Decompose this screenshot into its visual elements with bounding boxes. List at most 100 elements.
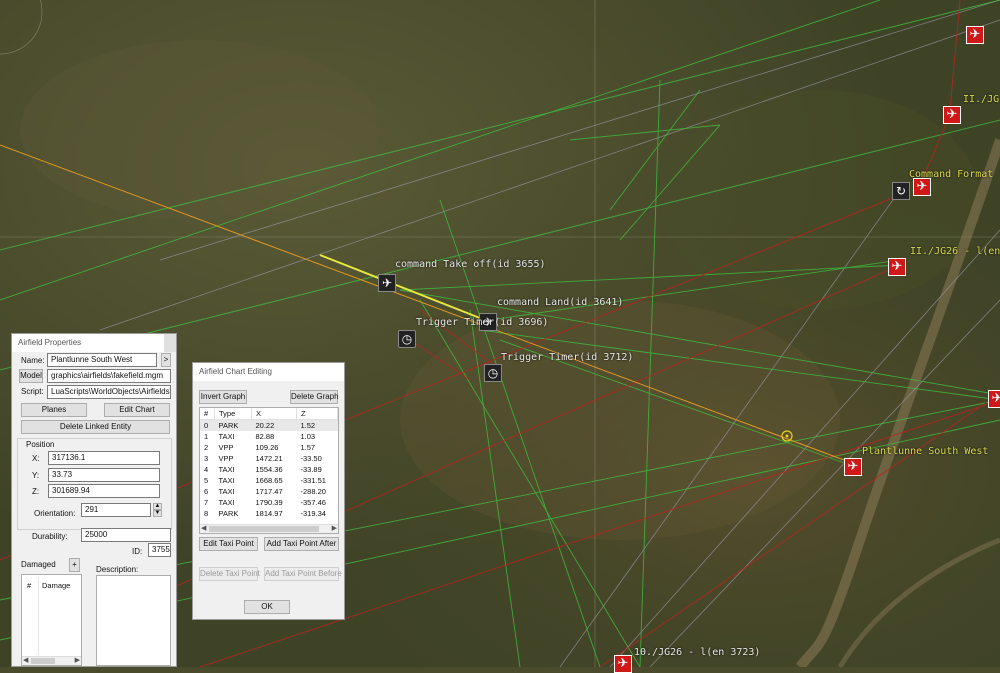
- formation-icon[interactable]: ↻: [892, 182, 910, 200]
- delete-graph-button[interactable]: Delete Graph: [290, 390, 339, 404]
- plane-icon[interactable]: ✈: [888, 258, 906, 276]
- table-cell: -357.46: [300, 498, 326, 507]
- plane-icon[interactable]: ✈: [913, 178, 931, 196]
- map-label-squadron: 10./JG26 - l(en 3723): [634, 647, 761, 658]
- add-damage-button[interactable]: +: [69, 558, 80, 572]
- table-cell: 82.88: [255, 432, 275, 441]
- table-row[interactable]: 7 TAXI 1790.39 -357.46: [200, 497, 338, 508]
- table-cell: 1717.47: [255, 487, 283, 496]
- table-row[interactable]: 2 VPP 109.26 1.57: [200, 442, 338, 453]
- map-label-squadron: II./JG: [963, 94, 1000, 105]
- window-title: Airfield Chart Editing: [193, 363, 344, 381]
- plane-icon[interactable]: ✈: [966, 26, 984, 44]
- table-cell: -288.20: [300, 487, 326, 496]
- position-label: Position: [26, 440, 55, 449]
- durability-input[interactable]: 25000: [81, 528, 171, 542]
- script-input[interactable]: LuaScripts\WorldObjects\Airfields\fake: [47, 385, 171, 399]
- stopwatch-icon[interactable]: ◷: [484, 364, 502, 382]
- window-title: Airfield Properties: [12, 334, 176, 352]
- table-row[interactable]: 0 PARK 20.22 1.52: [200, 419, 338, 431]
- orientation-up-icon[interactable]: ▲: [153, 503, 162, 510]
- orientation-label: Orientation:: [34, 509, 76, 518]
- plane-icon[interactable]: ✈: [614, 655, 632, 673]
- model-button[interactable]: Model: [19, 369, 43, 383]
- table-row[interactable]: 6 TAXI 1717.47 -288.20: [200, 486, 338, 497]
- name-label: Name:: [21, 356, 45, 365]
- table-row[interactable]: 4 TAXI 1554.36 -33.89: [200, 464, 338, 475]
- add-taxi-point-after-button[interactable]: Add Taxi Point After: [264, 537, 339, 551]
- delete-linked-entity-button[interactable]: Delete Linked Entity: [21, 420, 170, 434]
- map-label-land: command Land(id 3641): [497, 297, 624, 308]
- y-input[interactable]: 33.73: [48, 468, 160, 482]
- plane-icon[interactable]: ✈: [988, 390, 1000, 408]
- table-cell: -331.51: [300, 476, 326, 485]
- scroll-thumb[interactable]: [209, 526, 319, 532]
- scroll-right-icon[interactable]: ▶: [332, 524, 337, 532]
- x-input[interactable]: 317136.1: [48, 451, 160, 465]
- table-cell: 8: [204, 509, 209, 518]
- chart-editing-window: Airfield Chart Editing Invert Graph Dele…: [192, 362, 345, 620]
- damage-list[interactable]: # Damage ◀ ▶: [21, 574, 82, 666]
- table-cell: 1.52: [296, 419, 338, 431]
- scroll-right-icon[interactable]: ▶: [75, 656, 80, 664]
- table-row[interactable]: 1 TAXI 82.88 1.03: [200, 431, 338, 442]
- table-cell: VPP: [218, 454, 234, 463]
- id-value: 3755: [148, 543, 171, 557]
- table-cell: TAXI: [218, 432, 235, 441]
- window-edge: [164, 334, 176, 352]
- table-cell: -33.50: [300, 454, 322, 463]
- table-cell: 1814.97: [255, 509, 283, 518]
- scroll-thumb[interactable]: [31, 658, 55, 664]
- model-input[interactable]: graphics\airfields\fakefield.mgm: [47, 369, 171, 383]
- col-x: X: [251, 408, 297, 420]
- map-label-command: Command Format: [909, 169, 994, 180]
- orientation-down-icon[interactable]: ▼: [153, 510, 162, 517]
- damage-col-damage: Damage: [42, 581, 71, 590]
- table-cell: PARK: [214, 419, 252, 431]
- table-cell: TAXI: [218, 476, 235, 485]
- invert-graph-button[interactable]: Invert Graph: [199, 390, 247, 404]
- planes-button[interactable]: Planes: [21, 403, 87, 417]
- add-taxi-point-before-button[interactable]: Add Taxi Point Before: [264, 567, 342, 581]
- stopwatch-icon[interactable]: ◷: [398, 330, 416, 348]
- table-row[interactable]: 5 TAXI 1668.65 -331.51: [200, 475, 338, 486]
- table-cell: 1.03: [300, 432, 316, 441]
- scroll-left-icon[interactable]: ◀: [201, 524, 206, 532]
- taxi-points-grid: # Type X Z 0 PARK 20.22 1.52 1 TAXI 82.88 1.03 2…: [200, 408, 338, 519]
- y-label: Y:: [32, 471, 40, 480]
- edit-chart-button[interactable]: Edit Chart: [104, 403, 170, 417]
- table-cell: 1790.39: [255, 498, 283, 507]
- col-type: Type: [214, 408, 252, 420]
- table-row[interactable]: 3 VPP 1472.21 -33.50: [200, 453, 338, 464]
- table-row[interactable]: 8 PARK 1814.97 -319.34: [200, 508, 338, 519]
- name-expand-button[interactable]: >: [161, 353, 171, 367]
- plane-icon[interactable]: ✈: [943, 106, 961, 124]
- table-header: # Type X Z: [200, 408, 338, 420]
- airfield-properties-window: Airfield Properties Name: Plantlunne Sou…: [11, 333, 177, 667]
- takeoff-icon[interactable]: ✈: [378, 274, 396, 292]
- taxi-points-table[interactable]: # Type X Z 0 PARK 20.22 1.52 1 TAXI 82.88 1.03 2…: [199, 407, 339, 534]
- scroll-left-icon[interactable]: ◀: [23, 656, 28, 664]
- description-textarea[interactable]: [96, 575, 171, 666]
- z-input[interactable]: 301689.94: [48, 484, 160, 498]
- damage-col-index: #: [27, 581, 32, 590]
- damaged-label: Damaged: [21, 560, 56, 569]
- table-cell: 7: [204, 498, 209, 507]
- map-label-takeoff: command Take off(id 3655): [395, 259, 546, 270]
- table-scrollbar[interactable]: ◀ ▶: [200, 524, 338, 533]
- table-cell: -319.34: [300, 509, 326, 518]
- delete-taxi-point-button[interactable]: Delete Taxi Point: [199, 567, 260, 581]
- damage-list-scrollbar[interactable]: ◀ ▶: [22, 656, 81, 665]
- map-label-trigger: Trigger Timer(id 3712): [501, 352, 634, 363]
- edit-taxi-point-button[interactable]: Edit Taxi Point: [199, 537, 258, 551]
- table-cell: 5: [204, 476, 209, 485]
- table-cell: 0: [200, 419, 215, 431]
- map-label-squadron: II./JG26 - l(en: [910, 246, 1000, 257]
- airfield-icon[interactable]: ✈: [844, 458, 862, 476]
- column-divider: [38, 577, 39, 655]
- name-input[interactable]: Plantlunne South West: [47, 353, 157, 367]
- table-cell: TAXI: [218, 465, 235, 474]
- ok-button[interactable]: OK: [244, 600, 290, 614]
- orientation-input[interactable]: 291: [81, 503, 151, 517]
- table-cell: PARK: [218, 509, 239, 518]
